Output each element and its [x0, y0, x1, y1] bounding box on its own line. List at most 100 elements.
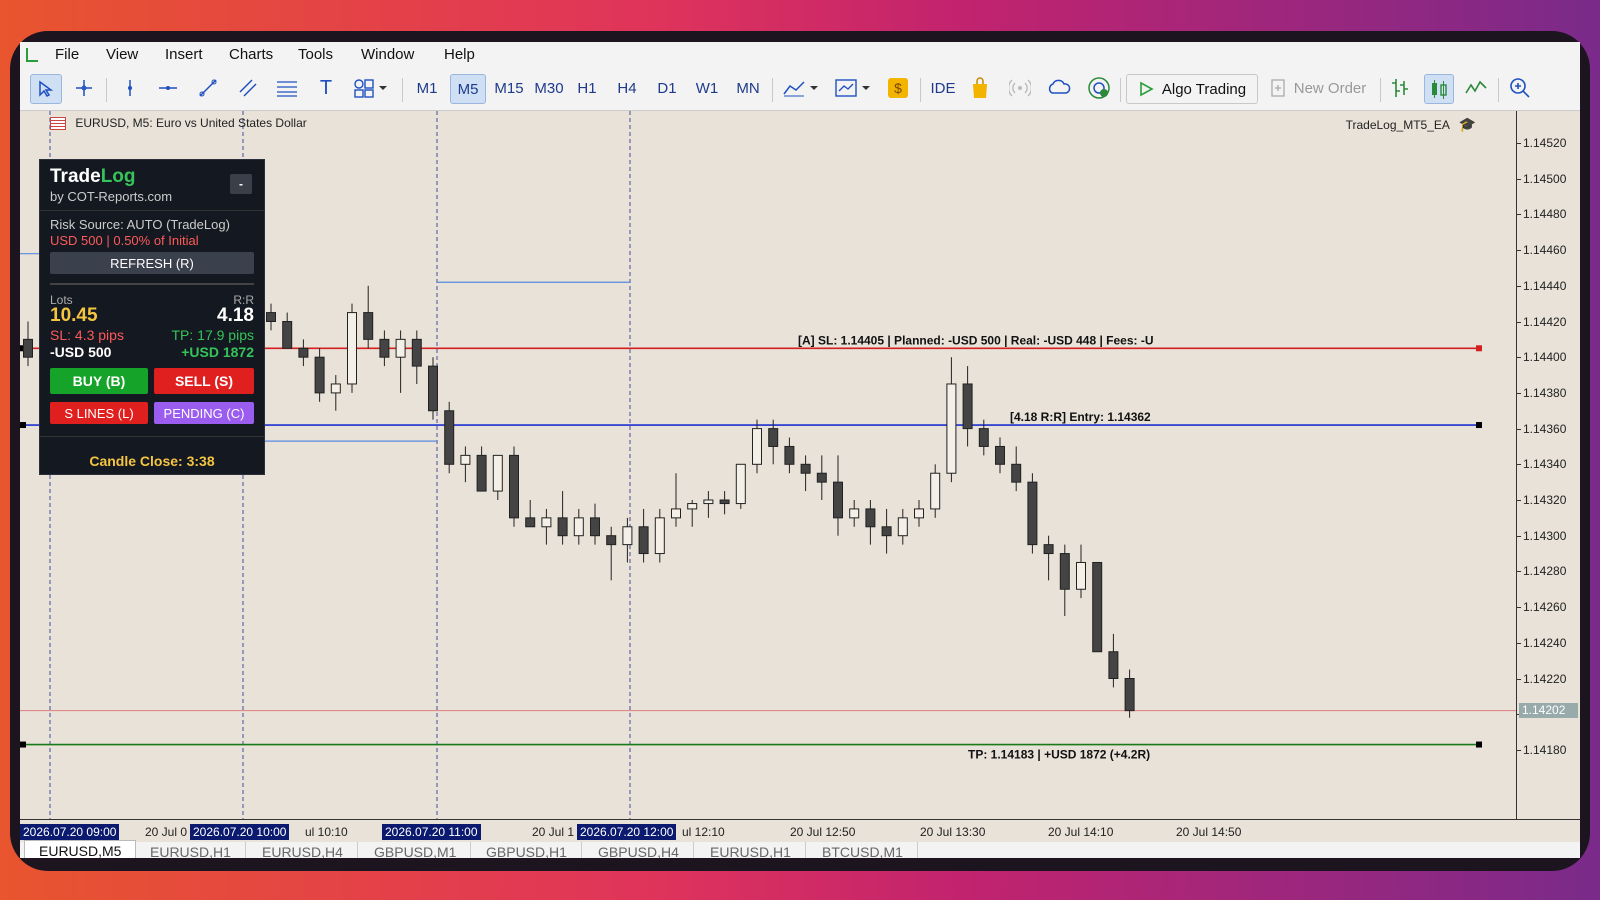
bar-chart-icon[interactable]	[1386, 74, 1414, 102]
bearish-candle	[282, 321, 293, 349]
new-order-label: New Order	[1293, 79, 1367, 97]
price-axis[interactable]: 1.14520 1.14500 1.14480 1.14460 1.14440 1.144…	[1516, 111, 1580, 819]
time-tick-label: 20 Jul 13:30	[920, 825, 986, 839]
chart-tab[interactable]: EURUSD,H1	[136, 842, 246, 858]
timeframe-m15[interactable]: M15	[490, 74, 528, 102]
price-tick-label: 1.14480	[1523, 207, 1567, 222]
bullish-candle	[622, 526, 633, 546]
timeframe-w1[interactable]: W1	[690, 74, 724, 102]
chart-type-icon[interactable]	[780, 74, 824, 102]
price-tick-mark	[1517, 607, 1521, 609]
menu-insert[interactable]: Insert	[165, 46, 203, 63]
time-axis[interactable]: 2026.07.20 09:00 20 Jul 0 2026.07.20 10:00…	[20, 819, 1580, 842]
bearish-candle	[816, 472, 827, 483]
timeframe-h1[interactable]: H1	[570, 74, 604, 102]
shopping-bag-icon[interactable]	[966, 74, 994, 102]
timeframe-d1[interactable]: D1	[650, 74, 684, 102]
timeframe-h4[interactable]: H4	[610, 74, 644, 102]
menu-tools[interactable]: Tools	[298, 46, 333, 63]
cloud-icon[interactable]	[1044, 74, 1074, 102]
app-logo-icon	[26, 48, 38, 62]
menu-help[interactable]: Help	[444, 46, 475, 63]
chart-tab[interactable]: BTCUSD,M1	[808, 842, 918, 858]
bearish-candle	[590, 517, 600, 537]
price-tick-label: 1.14400	[1523, 350, 1567, 365]
vps-icon[interactable]	[1084, 74, 1114, 102]
sell-button[interactable]: SELL (S)	[154, 368, 254, 394]
line-chart-icon[interactable]	[1462, 74, 1490, 102]
bearish-candle	[962, 383, 973, 430]
indicators-icon[interactable]	[832, 74, 876, 102]
symbol-list-icon	[50, 117, 66, 131]
rr-value: 4.18	[217, 305, 254, 326]
price-tick-mark	[1517, 357, 1521, 359]
chart-tab[interactable]: EURUSD,M5	[24, 840, 137, 858]
line-handle	[20, 422, 26, 429]
time-tick-label: 20 Jul 1	[532, 825, 575, 839]
minimize-button[interactable]: -	[230, 174, 252, 194]
chart-tab[interactable]: GBPUSD,H1	[472, 842, 582, 858]
signal-icon[interactable]	[1006, 74, 1034, 102]
menu-charts[interactable]: Charts	[229, 46, 273, 63]
price-tick-mark	[1517, 500, 1521, 501]
vertical-line-icon[interactable]	[116, 74, 144, 102]
timeframe-m30[interactable]: M30	[530, 74, 568, 102]
price-tick-label: 1.14320	[1523, 493, 1567, 507]
chart-tab[interactable]: GBPUSD,M1	[360, 842, 472, 858]
chart-tab[interactable]: GBPUSD,H4	[584, 842, 694, 858]
lots-value: 10.45	[50, 305, 98, 326]
line-handle	[1476, 741, 1482, 748]
line-handle	[1476, 345, 1482, 352]
s-lines-button[interactable]: S LINES (L)	[50, 402, 148, 424]
price-tick-label: 1.14440	[1523, 278, 1567, 293]
horizontal-line-icon[interactable]	[154, 74, 182, 102]
timeframe-mn[interactable]: MN	[730, 74, 766, 102]
bullish-candle	[671, 508, 681, 519]
price-tick-label: 1.14180	[1523, 742, 1567, 757]
time-tick-label: 20 Jul 12:50	[790, 825, 856, 839]
bearish-candle	[995, 445, 1005, 465]
menu-window[interactable]: Window	[361, 46, 414, 63]
text-tool-icon[interactable]: T	[312, 74, 340, 102]
shapes-icon[interactable]	[350, 74, 392, 102]
bullish-candle	[1076, 561, 1086, 590]
ide-button[interactable]: IDE	[926, 74, 960, 102]
menu-bar: File View Insert Charts Tools Window Hel…	[20, 42, 1580, 68]
chart-tab[interactable]: EURUSD,H1	[696, 842, 806, 858]
crosshair-time-label: 2026.07.20 09:00	[20, 824, 120, 840]
algo-trading-label: Algo Trading	[1161, 80, 1247, 98]
pending-button[interactable]: PENDING (C)	[154, 402, 254, 424]
price-tick-label: 1.14420	[1523, 314, 1567, 329]
menu-view[interactable]: View	[106, 46, 138, 63]
brand-log: Log	[100, 166, 136, 187]
cursor-tool-icon[interactable]	[30, 74, 62, 104]
crosshair-icon[interactable]	[70, 74, 98, 102]
bullish-candle	[735, 463, 746, 505]
channel-icon[interactable]	[234, 74, 262, 102]
expert-advisor-label[interactable]: TradeLog_MT5_EA 🎓	[1346, 116, 1476, 133]
buy-button[interactable]: BUY (B)	[50, 368, 148, 394]
bullish-candle	[914, 508, 924, 519]
price-tick-mark	[1517, 749, 1521, 751]
bearish-candle	[1108, 651, 1119, 679]
candlestick-chart-icon[interactable]	[1424, 74, 1454, 104]
menu-file[interactable]: File	[55, 46, 79, 63]
new-order-button[interactable]: New Order	[1260, 74, 1376, 102]
refresh-button[interactable]: REFRESH (R)	[50, 252, 254, 274]
timeframe-m5[interactable]: M5	[450, 74, 486, 104]
bullish-candle	[897, 517, 908, 537]
fibonacci-icon[interactable]	[273, 74, 301, 102]
bullish-candle	[703, 499, 714, 505]
chart-tab[interactable]: EURUSD,H4	[248, 842, 358, 858]
trendline-icon[interactable]	[194, 74, 222, 102]
timeframe-m1[interactable]: M1	[410, 74, 444, 102]
brand-trade: Trade	[50, 166, 101, 187]
chart-symbol-title: EURUSD, M5: Euro vs United States Dollar	[75, 116, 307, 130]
zoom-in-icon[interactable]	[1506, 74, 1534, 102]
candle-close-timer: Candle Close: 3:38	[89, 453, 215, 469]
algo-trading-button[interactable]: Algo Trading	[1126, 74, 1258, 104]
market-icon[interactable]: $	[884, 74, 912, 102]
bearish-candle	[978, 428, 989, 447]
ea-name: TradeLog_MT5_EA	[1345, 118, 1450, 132]
bearish-candle	[606, 535, 617, 546]
